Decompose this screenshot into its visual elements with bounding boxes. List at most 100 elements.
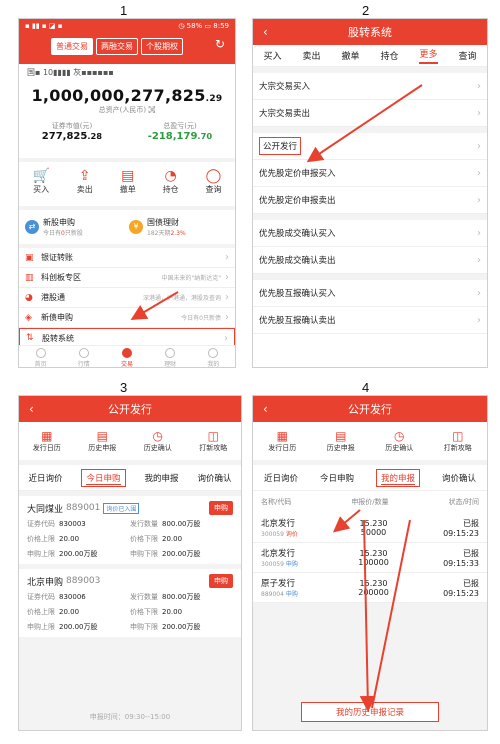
col-header-status: 状态/时间	[448, 498, 479, 506]
menu-item-pref-mutual-buy[interactable]: 优先股互报确认买入 ›	[253, 280, 487, 307]
calendar-icon: ▦	[276, 429, 288, 443]
history-declare-button[interactable]: ▤ 历史申报	[88, 429, 116, 453]
menu-item-pref-confirm-buy[interactable]: 优先股成交确认买入 ›	[253, 220, 487, 247]
status-left: ▪ ▮▮ ▪ ◪ ▪	[25, 22, 63, 30]
record-tag: 申购	[285, 561, 298, 568]
positions-button[interactable]: ◔ 持仓	[163, 168, 179, 200]
refresh-icon[interactable]: ↻	[215, 37, 225, 51]
table-row[interactable]: 北京发行 300059 询价 15.230 50000 已报 09:15:23	[253, 513, 487, 543]
tab-my-declare[interactable]: 我的申报	[144, 472, 178, 484]
menu-item-block-buy[interactable]: 大宗交易买入 ›	[253, 73, 487, 100]
tab-recent-inquiry[interactable]: 近日询价	[28, 472, 62, 484]
account-id: 国▪ 10▮▮▮▮ 灰▪▪▪▪▪▪	[19, 64, 235, 80]
field: 价格上限 20.00	[27, 607, 130, 617]
subscribe-button[interactable]: 申购	[209, 574, 233, 588]
tab-buy[interactable]: 买入	[263, 49, 281, 62]
ipo-guide-button[interactable]: ◫ 打新攻略	[199, 429, 227, 453]
subscribe-button[interactable]: 申购	[209, 501, 233, 515]
menu-item-pref-mutual-sell[interactable]: 优先股互报确认卖出 ›	[253, 307, 487, 334]
history-confirm-button[interactable]: ◷ 历史确认	[385, 429, 413, 453]
tab-inquiry-confirm[interactable]: 询价确认	[442, 472, 476, 484]
record-qty: 100000	[358, 557, 389, 567]
tab-today-subscribe[interactable]: 今日申购	[81, 468, 126, 487]
tab-sell[interactable]: 卖出	[302, 49, 320, 62]
ipo-sub-b: 只新股	[64, 230, 83, 237]
table-row[interactable]: 原子发行 889004 申购 15.230 200000 已报 09:15:23	[253, 573, 487, 603]
doc-icon: ▤	[121, 168, 135, 184]
field-value: 800.00万股	[162, 520, 201, 528]
field-label: 申购下限	[130, 623, 158, 631]
issue-calendar-button[interactable]: ▦ 发行日历	[268, 429, 296, 453]
menu-item-pref-price-buy[interactable]: 优先股定价申报买入 ›	[253, 160, 487, 187]
record-status: 已报	[463, 518, 480, 528]
col-header-price: 申报价/数量	[351, 498, 389, 506]
service-list: ▣ 银证转账 › ▥ 科创板专区 中国未来的"纳斯达克" › ◕ 港股通 深港通，沪港通，港股…	[19, 248, 235, 348]
record-code: 300059	[261, 561, 284, 568]
bond-list-icon: ◈	[25, 312, 32, 323]
nav-wealth[interactable]: 理财	[164, 346, 176, 367]
back-icon[interactable]: ‹	[263, 402, 268, 416]
home-icon	[35, 348, 46, 358]
field-value: 800.00万股	[162, 593, 201, 601]
tab-inquiry-confirm[interactable]: 询价确认	[197, 472, 231, 484]
issue-calendar-button[interactable]: ▦ 发行日历	[33, 429, 61, 453]
menu-item-label: 公开发行	[259, 137, 302, 155]
list-item-star-market[interactable]: ▥ 科创板专区 中国未来的"纳斯达克" ›	[19, 268, 235, 288]
tab-cancel[interactable]: 撤单	[341, 49, 359, 62]
nav-home[interactable]: 首页	[35, 346, 47, 367]
total-asset-value: 1,000,000,277,825.29	[19, 86, 235, 105]
buy-button[interactable]: 🛒 买入	[32, 168, 49, 200]
menu-item-pref-confirm-sell[interactable]: 优先股成交确认卖出 ›	[253, 247, 487, 274]
menu-item-block-sell[interactable]: 大宗交易卖出 ›	[253, 100, 487, 127]
tab-normal-trade[interactable]: 普通交易	[51, 38, 93, 55]
tab-positions[interactable]: 持仓	[380, 49, 398, 62]
field-value: 200.00万股	[162, 623, 201, 631]
chevron-right-icon: ›	[477, 254, 481, 266]
menu-item-label: 优先股互报确认买入	[259, 289, 336, 299]
bond-card[interactable]: ¥ 国债理财 182天期2.3%	[129, 215, 229, 239]
field-label: 发行数量	[130, 593, 158, 601]
cart-icon: 🛒	[32, 168, 50, 184]
sell-button[interactable]: ⇪ 卖出	[77, 168, 93, 200]
tab-today-subscribe[interactable]: 今日申购	[320, 472, 354, 484]
history-records-button[interactable]: 我的历史申报记录	[301, 702, 439, 722]
nav-mine[interactable]: 我的	[207, 346, 219, 367]
table-row[interactable]: 北京发行 300059 申购 15.230 100000 已报 09:15:33	[253, 543, 487, 573]
field-label: 申购上限	[27, 623, 55, 631]
nav-market[interactable]: 行情	[78, 346, 90, 367]
tab-margin-trade[interactable]: 两融交易	[96, 38, 138, 55]
tab-my-declare[interactable]: 我的申报	[375, 468, 420, 487]
field: 价格上限 20.00	[27, 534, 130, 544]
field-label: 发行数量	[130, 520, 158, 528]
market-value-block: 证券市值(元) 277,825.28	[42, 121, 102, 142]
market-value-int: 277,825	[41, 131, 88, 142]
ipo-guide-button[interactable]: ◫ 打新攻略	[444, 429, 472, 453]
ipo-code: 889001	[66, 503, 101, 513]
list-item-new-bond[interactable]: ◈ 新债申购 今日有0只新债 ›	[19, 308, 235, 328]
query-button[interactable]: ◯ 查询	[206, 168, 222, 200]
quick-label: 打新攻略	[199, 444, 228, 452]
record-status-cell: 已报 09:15:33	[409, 548, 479, 568]
ipo-fields: 证券代码 830003 发行数量 800.00万股 价格上限 20.00 价格下限 20…	[27, 519, 233, 559]
tab-stock-options[interactable]: 个股期权	[141, 38, 183, 55]
list-item-note: 今日有0只新债	[181, 315, 221, 322]
nav-trade[interactable]: 交易	[121, 346, 133, 367]
col-header-name: 名称/代码	[261, 498, 292, 506]
tab-recent-inquiry[interactable]: 近日询价	[264, 472, 298, 484]
history-confirm-button[interactable]: ◷ 历史确认	[144, 429, 172, 453]
back-icon[interactable]: ‹	[263, 25, 268, 39]
field-value: 20.00	[162, 608, 183, 616]
tab-query[interactable]: 查询	[458, 49, 476, 62]
record-code-line: 889004 申购	[261, 589, 338, 598]
ipo-card[interactable]: ⇄ 新股申购 今日有0只新股	[25, 215, 125, 239]
back-icon[interactable]: ‹	[29, 402, 34, 416]
history-declare-button[interactable]: ▤ 历史申报	[327, 429, 355, 453]
menu-item-pref-price-sell[interactable]: 优先股定价申报卖出 ›	[253, 187, 487, 214]
my-declare-screen: ‹ 公开发行 ▦ 发行日历 ▤ 历史申报 ◷ 历史确认 ◫ 打新攻略 近日询价 今日申购 …	[252, 395, 488, 731]
list-item-hk-connect[interactable]: ◕ 港股通 深港通，沪港通，港股及查询 ›	[19, 288, 235, 308]
tab-more[interactable]: 更多	[419, 47, 438, 64]
list-item-bank-transfer[interactable]: ▣ 银证转账 ›	[19, 248, 235, 268]
menu-item-public-offering[interactable]: 公开发行 ›	[253, 133, 487, 160]
field: 证券代码 830003	[27, 519, 130, 529]
cancel-order-button[interactable]: ▤ 撤单	[120, 168, 136, 200]
